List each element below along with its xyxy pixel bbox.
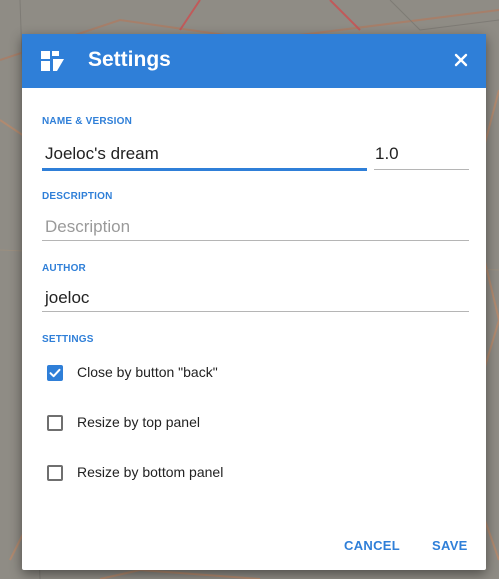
author-input-underline — [42, 311, 469, 312]
settings-label: SETTINGS — [42, 334, 94, 345]
description-input[interactable]: Description — [45, 217, 130, 237]
option-label: Close by button "back" — [77, 364, 218, 380]
checkbox-unchecked[interactable] — [47, 465, 63, 481]
close-icon — [454, 53, 468, 67]
save-button[interactable]: SAVE — [432, 538, 468, 553]
author-input[interactable]: joeloc — [45, 288, 89, 308]
description-label: DESCRIPTION — [42, 191, 113, 202]
checkbox-unchecked[interactable] — [47, 415, 63, 431]
version-input[interactable]: 1.0 — [375, 144, 399, 164]
option-label: Resize by bottom panel — [77, 464, 224, 480]
close-button[interactable] — [448, 47, 474, 73]
dialog-titlebar: Settings — [22, 34, 486, 88]
dashboard-icon — [40, 49, 66, 73]
name-input-underline — [42, 168, 367, 171]
name-input[interactable]: Joeloc's dream — [45, 144, 159, 164]
checkmark-icon — [49, 368, 61, 378]
dialog-title: Settings — [88, 48, 171, 71]
cancel-button[interactable]: CANCEL — [344, 538, 400, 553]
version-input-underline — [374, 169, 469, 170]
settings-dialog: Settings NAME & VERSION Joeloc's dream 1… — [22, 34, 486, 570]
checkbox-checked[interactable] — [47, 365, 63, 381]
name-version-label: NAME & VERSION — [42, 116, 133, 127]
option-label: Resize by top panel — [77, 414, 200, 430]
description-input-underline — [42, 240, 469, 241]
author-label: AUTHOR — [42, 263, 86, 274]
